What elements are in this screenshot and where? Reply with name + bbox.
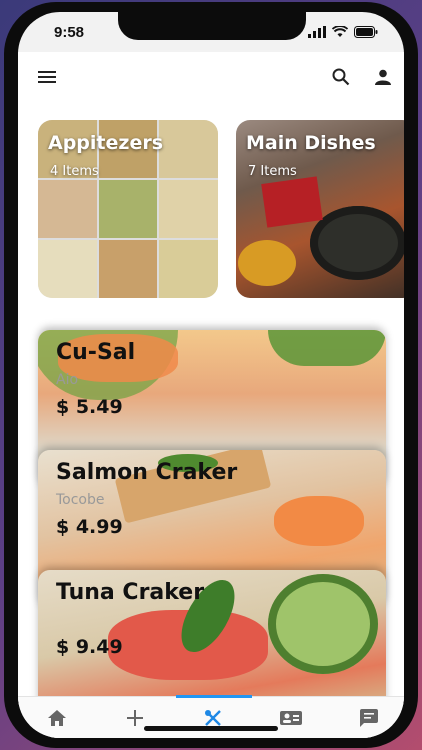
phone-frame: 9:58 Appitezers 4 Items Main Dishes 7 It… — [4, 2, 418, 748]
menu-icon[interactable] — [34, 64, 60, 90]
salmon-shape — [274, 496, 364, 546]
item-name: Cu-Sal — [56, 340, 136, 365]
category-title: Appitezers — [48, 132, 164, 154]
signal-icon — [308, 26, 326, 38]
status-time: 9:58 — [54, 24, 85, 41]
add-icon[interactable] — [124, 707, 146, 729]
search-icon[interactable] — [328, 64, 354, 90]
status-icons — [308, 26, 378, 38]
item-feed: Cu-Sal Aio $ 5.49 Salmon Craker Tocobe $… — [38, 330, 386, 730]
chat-icon[interactable] — [358, 707, 380, 729]
item-subtitle: Aio — [56, 372, 79, 388]
red-box-shape — [261, 176, 323, 228]
phone-screen: 9:58 Appitezers 4 Items Main Dishes 7 It… — [18, 12, 404, 738]
cucumber-shape — [268, 330, 386, 366]
food-bowl-shape — [238, 240, 296, 286]
nav-active-indicator — [176, 695, 252, 698]
battery-icon — [354, 26, 378, 38]
item-price: $ 5.49 — [56, 396, 123, 418]
app-bar — [18, 52, 404, 102]
category-card-main-dishes[interactable]: Main Dishes 7 Items — [236, 120, 404, 298]
notch — [118, 12, 306, 40]
item-subtitle: Tocobe — [56, 492, 105, 508]
cucumber-shape — [268, 574, 378, 674]
bottom-nav — [18, 695, 404, 738]
category-count: 7 Items — [248, 164, 297, 179]
contacts-icon[interactable] — [280, 707, 302, 729]
item-name: Salmon Craker — [56, 460, 238, 485]
app-content: Appitezers 4 Items Main Dishes 7 Items C… — [18, 52, 404, 738]
category-card-appetizers[interactable]: Appitezers 4 Items — [38, 120, 218, 298]
pan-shape — [310, 206, 404, 280]
item-name: Tuna Craker — [56, 580, 205, 605]
category-title: Main Dishes — [246, 132, 376, 154]
profile-icon[interactable] — [370, 64, 396, 90]
category-count: 4 Items — [50, 164, 99, 179]
category-row: Appitezers 4 Items Main Dishes 7 Items — [38, 120, 404, 298]
home-indicator — [144, 726, 278, 731]
item-price: $ 9.49 — [56, 636, 123, 658]
wifi-icon — [332, 26, 348, 37]
home-icon[interactable] — [46, 707, 68, 729]
item-price: $ 4.99 — [56, 516, 123, 538]
